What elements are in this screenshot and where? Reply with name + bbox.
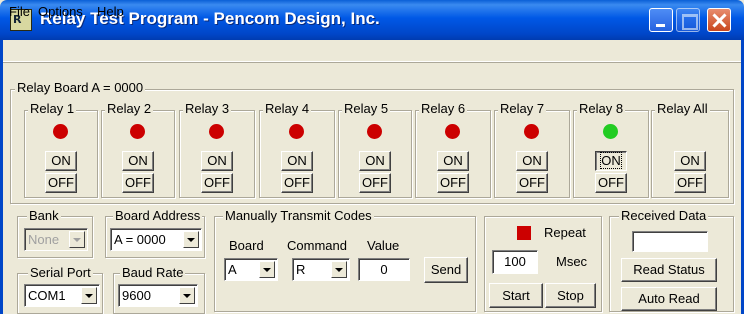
relay-all-label: Relay All [655, 101, 710, 116]
relay-3-off-button[interactable]: OFF [201, 173, 233, 193]
relay-8-off-button[interactable]: OFF [595, 173, 627, 193]
relay-2-led-icon [130, 124, 145, 139]
relay-7-label: Relay 7 [498, 101, 547, 116]
relay-7-on-button[interactable]: ON [516, 151, 548, 171]
relay-5-off-button[interactable]: OFF [359, 173, 391, 193]
relay-4-on-button[interactable]: ON [281, 151, 313, 171]
relay-1-on-label: ON [51, 153, 71, 168]
relay-5-led-icon [367, 124, 382, 139]
relay-8-led-icon [603, 124, 618, 139]
received-data-title: Received Data [619, 208, 709, 223]
bank-label: Bank [27, 208, 61, 223]
command-code-dropdown-arrow-icon [331, 261, 347, 278]
relay-3-on-button[interactable]: ON [201, 151, 233, 171]
relay-5-label: Relay 5 [342, 101, 391, 116]
relay-3-label: Relay 3 [183, 101, 232, 116]
board-address-label: Board Address [113, 208, 203, 223]
command-code-select[interactable]: R [292, 258, 350, 281]
relay-7-led-icon [524, 124, 539, 139]
relay-4-off-button[interactable]: OFF [281, 173, 313, 193]
board-code-select[interactable]: A [224, 258, 278, 281]
board-address-dropdown-arrow-icon [183, 231, 199, 248]
relay-8-on-button[interactable]: ON [595, 151, 627, 171]
menu-file[interactable]: File [9, 4, 30, 19]
repeat-indicator [517, 226, 531, 240]
relay-8-on-label: ON [600, 152, 622, 169]
relay-8-label: Relay 8 [577, 101, 626, 116]
bank-value: None [28, 232, 60, 247]
relay-2-on-button[interactable]: ON [122, 151, 154, 171]
board-address-select[interactable]: A = 0000 [110, 228, 202, 251]
stop-button[interactable]: Stop [545, 283, 596, 308]
relay-6-on-label: ON [443, 153, 463, 168]
bank-select[interactable]: None [24, 228, 88, 251]
relay-board-title: Relay Board A = 0000 [15, 80, 146, 95]
relay-5-on-button[interactable]: ON [359, 151, 391, 171]
menu-options[interactable]: Options [38, 4, 83, 19]
relay-1-on-button[interactable]: ON [45, 151, 77, 171]
minimize-button[interactable] [649, 8, 673, 32]
start-button[interactable]: Start [489, 283, 543, 308]
relay-7-off-button[interactable]: OFF [516, 173, 548, 193]
relay-6-label: Relay 6 [419, 101, 468, 116]
value-code-label: Value [367, 238, 400, 253]
serial-port-label: Serial Port [28, 265, 93, 280]
bank-dropdown-arrow-icon [69, 231, 85, 248]
relay-1-led-icon [53, 124, 68, 139]
menu-help[interactable]: Help [97, 4, 124, 19]
window-frame-left [0, 40, 3, 314]
relay-2-on-label: ON [128, 153, 148, 168]
command-code-value: R [296, 262, 306, 277]
baud-rate-value: 9600 [122, 288, 151, 303]
read-status-button[interactable]: Read Status [621, 258, 717, 282]
serial-port-dropdown-arrow-icon [81, 287, 97, 304]
relay-1-off-button[interactable]: OFF [45, 173, 77, 193]
relay-6-led-icon [445, 124, 460, 139]
repeat-label: Repeat [544, 225, 586, 240]
relay-6-on-button[interactable]: ON [437, 151, 469, 171]
serial-port-select[interactable]: COM1 [24, 284, 100, 307]
send-button[interactable]: Send [424, 257, 468, 283]
repeat-interval-input[interactable]: 100 [492, 250, 538, 274]
window-title: Relay Test Program - Pencom Design, Inc. [40, 9, 380, 28]
board-code-dropdown-arrow-icon [259, 261, 275, 278]
command-code-label: Command [287, 238, 347, 253]
relay-6-off-button[interactable]: OFF [437, 173, 469, 193]
relay-3-led-icon [209, 124, 224, 139]
relay-2-off-button[interactable]: OFF [122, 173, 154, 193]
manual-transmit-title: Manually Transmit Codes [223, 208, 374, 223]
relay-1-label: Relay 1 [28, 101, 77, 116]
board-address-value: A = 0000 [114, 232, 166, 247]
baud-rate-label: Baud Rate [120, 265, 186, 280]
relay-4-label: Relay 4 [263, 101, 312, 116]
board-code-value: A [228, 262, 237, 277]
repeat-unit-label: Msec [556, 254, 588, 269]
relay-4-on-label: ON [287, 153, 307, 168]
auto-read-button[interactable]: Auto Read [621, 287, 717, 311]
maximize-button[interactable] [676, 8, 700, 32]
relay-7-on-label: ON [522, 153, 542, 168]
relay-4-led-icon [289, 124, 304, 139]
relay-all-off-button[interactable]: OFF [674, 173, 706, 193]
relay-all-on-button[interactable]: ON [674, 151, 706, 171]
board-code-label: Board [229, 238, 264, 253]
baud-rate-dropdown-arrow-icon [179, 287, 195, 304]
received-data-field[interactable] [632, 231, 708, 252]
relay-3-on-label: ON [207, 153, 227, 168]
value-code-input[interactable]: 0 [358, 258, 410, 281]
baud-rate-select[interactable]: 9600 [118, 284, 198, 307]
serial-port-value: COM1 [28, 288, 66, 303]
close-button[interactable] [707, 8, 731, 32]
relay-5-on-label: ON [365, 153, 385, 168]
menu-bar [3, 40, 741, 62]
relay-2-label: Relay 2 [105, 101, 154, 116]
